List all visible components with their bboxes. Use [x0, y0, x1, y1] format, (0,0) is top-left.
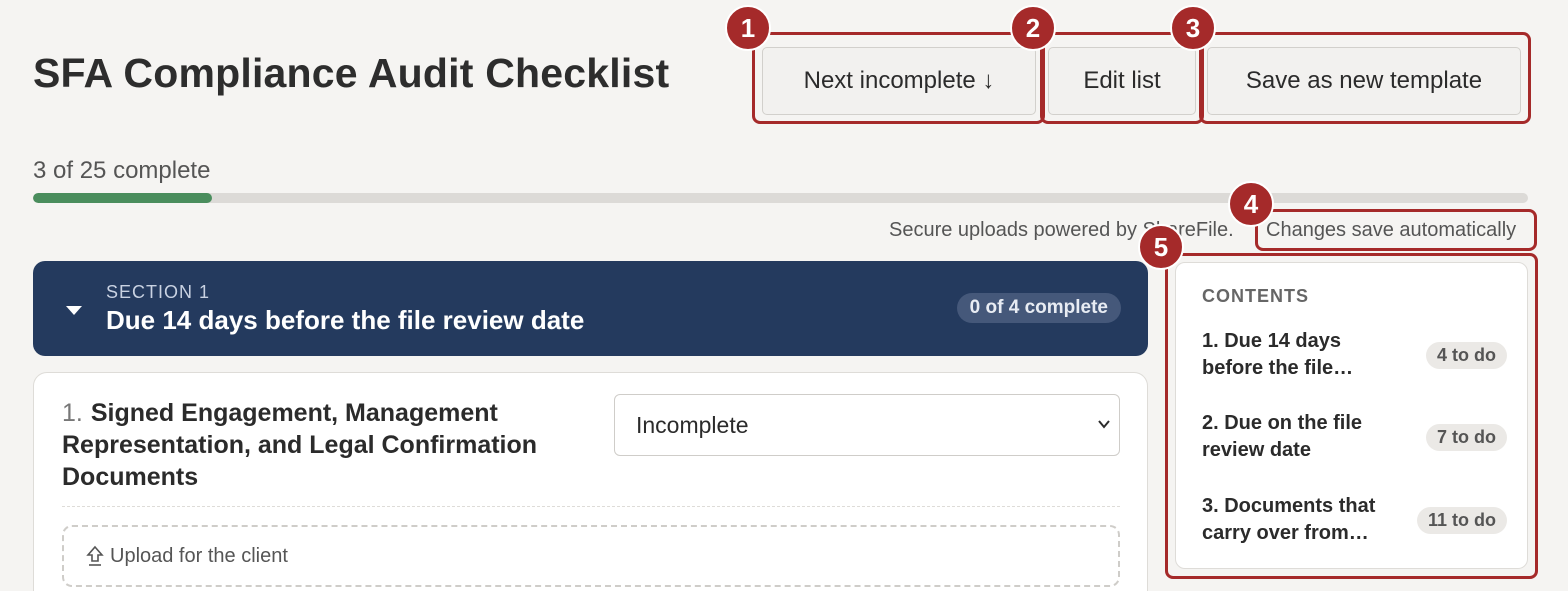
checklist-item-card: 1. Signed Engagement, Management Represen…: [33, 372, 1148, 591]
checklist-item-number: 1.: [62, 399, 83, 427]
chevron-down-icon: [1098, 420, 1110, 429]
contents-item-1[interactable]: 1. Due 14 days before the file… 4 to do: [1202, 327, 1507, 383]
section-title: Due 14 days before the file review date: [106, 305, 585, 335]
section-progress-badge: 0 of 4 complete: [956, 293, 1121, 323]
checklist-item-title-text: Signed Engagement, Management Representa…: [62, 399, 538, 491]
progress-bar: [33, 193, 1528, 203]
collapse-caret-icon[interactable]: [66, 306, 82, 315]
upload-icon: [86, 545, 104, 566]
annotation-marker-3: 3: [1170, 5, 1216, 51]
progress-bar-fill: [33, 193, 213, 203]
upload-label: Upload for the client: [110, 544, 288, 567]
contents-item-3[interactable]: 3. Documents that carry over from… 11 to…: [1202, 492, 1507, 548]
divider: [62, 506, 1120, 507]
contents-item-2[interactable]: 2. Due on the file review date 7 to do: [1202, 409, 1507, 465]
section-kicker: SECTION 1: [106, 282, 211, 302]
annotation-marker-2: 2: [1010, 5, 1056, 51]
annotation-marker-1: 1: [725, 5, 771, 51]
progress-label: 3 of 25 complete: [33, 157, 211, 184]
todo-count-badge: 11 to do: [1416, 506, 1507, 534]
annotation-marker-4: 4: [1228, 181, 1274, 227]
contents-panel: CONTENTS 1. Due 14 days before the file……: [1175, 262, 1528, 569]
contents-item-label: 1. Due 14 days before the file…: [1202, 330, 1354, 379]
edit-list-button[interactable]: Edit list: [1048, 47, 1196, 115]
contents-item-label: 2. Due on the file review date: [1202, 412, 1363, 461]
annotation-marker-5: 5: [1138, 224, 1184, 270]
autosave-notice: Changes save automatically: [1266, 219, 1517, 241]
contents-heading: CONTENTS: [1202, 286, 1309, 306]
todo-count-badge: 4 to do: [1426, 341, 1507, 369]
todo-count-badge: 7 to do: [1426, 423, 1507, 451]
status-select[interactable]: Incomplete: [614, 394, 1120, 456]
next-incomplete-button[interactable]: Next incomplete ↓: [762, 47, 1036, 115]
upload-dropzone[interactable]: Upload for the client: [62, 525, 1120, 587]
contents-item-label: 3. Documents that carry over from…: [1202, 495, 1376, 544]
section-header[interactable]: SECTION 1 Due 14 days before the file re…: [33, 261, 1148, 356]
page-title: SFA Compliance Audit Checklist: [33, 50, 670, 96]
save-as-new-template-button[interactable]: Save as new template: [1207, 47, 1521, 115]
status-select-value: Incomplete: [636, 411, 749, 438]
checklist-item-title: 1. Signed Engagement, Management Represen…: [62, 397, 582, 493]
